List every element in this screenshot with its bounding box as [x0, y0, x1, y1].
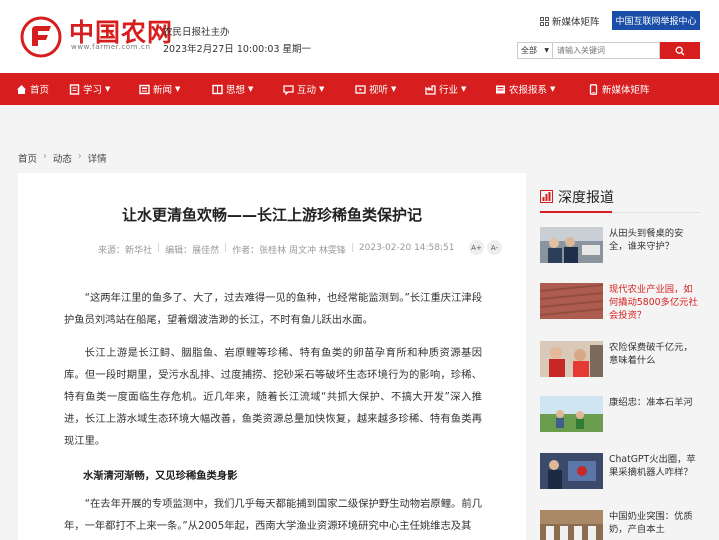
- nav-label: 首页: [30, 85, 50, 96]
- article-editor: 编辑：展佳然: [165, 246, 220, 256]
- nav-label: 思想: [226, 85, 246, 96]
- book-icon: [69, 83, 80, 95]
- nav-item-newspaper-family[interactable]: 农报报系 ▼: [495, 73, 588, 105]
- nav-item-interact[interactable]: 互动 ▼: [283, 73, 355, 105]
- sidebar-header: 深度报道: [540, 187, 700, 213]
- article-paragraph: “在去年开展的专项监测中，我们几乎每天都能捕到国家二级保护野生动物岩原鲤。前几年…: [64, 498, 482, 532]
- caret-down-icon: ▼: [248, 85, 254, 93]
- sidebar-item-title: 农险保费破千亿元，意味着什么: [609, 342, 693, 366]
- grid-icon: [540, 16, 549, 26]
- search-button[interactable]: [660, 42, 700, 59]
- nav-item-news[interactable]: 新闻 ▼: [139, 73, 212, 105]
- breadcrumb-current: 详情: [87, 154, 107, 165]
- search-scope-value: 全部: [521, 46, 537, 55]
- news-thumbnail: [540, 453, 603, 489]
- sidebar-title-underline: [540, 211, 612, 213]
- media-matrix-link[interactable]: 新媒体矩阵: [540, 14, 600, 28]
- main-nav: 首页 学习 ▼ 新闻 ▼ 思想 ▼ 互动 ▼ 视听 ▼ 行业 ▼ 农报报系 ▼ …: [0, 73, 719, 105]
- search-box: 全部 ▼: [517, 42, 700, 59]
- report-center-button[interactable]: 中国互联网举报中心: [612, 11, 700, 30]
- chart-bar-icon: [540, 190, 553, 203]
- logo-icon[interactable]: [20, 16, 62, 58]
- nav-item-thought[interactable]: 思想 ▼: [212, 73, 283, 105]
- article-paragraph: 长江上游是长江鲟、胭脂鱼、岩原鲤等珍稀、特有鱼类的卵苗孕育所和种质资源基因库。但…: [64, 347, 482, 447]
- article-meta: 来源：新华社 | 编辑：展佳然 | 作者：张桂林 周文冲 林雯锋 | 2023-…: [98, 243, 455, 256]
- breadcrumb-section[interactable]: 动态: [53, 151, 72, 165]
- site-header: 中国农网 www.farmer.com.cn 农民日报社主办 2023年2月27…: [0, 0, 719, 73]
- video-icon: [355, 84, 366, 94]
- sidebar-item[interactable]: 从田头到餐桌的安全，谁来守护？: [540, 227, 702, 263]
- article-subheading: 水渐清河渐畅，又见珍稀鱼类身影: [83, 470, 238, 482]
- news-icon: [139, 84, 150, 94]
- sidebar-item[interactable]: 农险保费破千亿元，意味着什么: [540, 341, 702, 377]
- sidebar-item-title: 康绍忠：准本石羊河: [609, 397, 693, 408]
- caret-down-icon: ▼: [175, 85, 181, 93]
- caret-down-icon: ▼: [550, 85, 556, 93]
- news-thumbnail: [540, 283, 603, 319]
- sidebar-item[interactable]: 康绍忠：准本石羊河: [540, 396, 702, 432]
- nav-item-video[interactable]: 视听 ▼: [355, 73, 425, 105]
- sidebar-item[interactable]: 中国奶业突围：优质奶，产自本土: [540, 510, 702, 540]
- nav-item-industry[interactable]: 行业 ▼: [425, 73, 495, 105]
- caret-down-icon: ▼: [319, 85, 325, 93]
- chevron-down-icon: ▼: [544, 47, 549, 54]
- breadcrumb-separator: ›: [77, 151, 82, 162]
- nav-label: 农报报系: [509, 85, 548, 96]
- sponsor-text: 农民日报社主办: [163, 27, 230, 38]
- nav-label: 行业: [439, 85, 459, 96]
- search-icon: [675, 46, 685, 55]
- article-author: 作者：张桂林 周文冲 林雯锋: [232, 246, 346, 256]
- industry-icon: [425, 84, 436, 95]
- nav-label: 互动: [297, 85, 317, 96]
- news-thumbnail: [540, 396, 603, 432]
- nav-item-media-matrix[interactable]: 新媒体矩阵: [588, 73, 678, 105]
- media-matrix-label: 新媒体矩阵: [552, 17, 600, 28]
- sidebar-item-title: 现代农业产业园，如何撬动5800多亿元社会投资？: [609, 284, 698, 321]
- mobile-icon: [589, 83, 598, 95]
- breadcrumb-home[interactable]: 首页: [18, 151, 37, 165]
- sidebar-item[interactable]: ChatGPT火出圈，苹果采摘机器人咋样？: [540, 453, 702, 489]
- nav-label: 视听: [369, 85, 389, 96]
- nav-item-home[interactable]: 首页: [16, 73, 69, 105]
- article-title: 让水更清鱼欢畅——长江上游珍稀鱼类保护记: [121, 206, 422, 224]
- news-thumbnail: [540, 227, 603, 263]
- meta-divider: |: [157, 243, 161, 253]
- newspaper-icon: [496, 85, 505, 93]
- font-larger-button[interactable]: A+: [469, 240, 484, 255]
- breadcrumb-separator: ›: [43, 151, 47, 162]
- breadcrumb: 首页 › 动态 › 详情: [18, 151, 107, 165]
- sidebar-item[interactable]: 现代农业产业园，如何撬动5800多亿元社会投资？: [540, 283, 702, 321]
- nav-label: 新闻: [153, 85, 173, 96]
- datetime-text: 2023年2月27日 10:00:03 星期一: [163, 44, 312, 55]
- home-icon: [17, 84, 26, 94]
- nav-item-study[interactable]: 学习 ▼: [69, 73, 139, 105]
- article-card: 让水更清鱼欢畅——长江上游珍稀鱼类保护记 来源：新华社 | 编辑：展佳然 | 作…: [18, 173, 526, 540]
- search-scope-select[interactable]: 全部 ▼: [517, 42, 553, 59]
- nav-label: 学习: [83, 85, 103, 96]
- sidebar-item-title: ChatGPT火出圈，苹果采摘机器人咋样？: [609, 454, 696, 478]
- news-thumbnail: [540, 341, 603, 377]
- logo-url: www.farmer.com.cn: [71, 43, 151, 51]
- caret-down-icon: ▼: [105, 85, 111, 93]
- font-smaller-button[interactable]: A-: [487, 240, 502, 255]
- search-input[interactable]: [553, 42, 660, 59]
- sidebar-item-title: 中国奶业突围：优质奶，产自本土: [609, 511, 693, 535]
- nav-label: 新媒体矩阵: [602, 85, 650, 96]
- idea-icon: [212, 84, 223, 94]
- news-thumbnail: [540, 510, 603, 540]
- meta-divider: |: [224, 243, 228, 253]
- sidebar-item-title: 从田头到餐桌的安全，谁来守护？: [609, 228, 684, 252]
- sidebar-title: 深度报道: [558, 190, 614, 206]
- caret-down-icon: ▼: [391, 85, 397, 93]
- meta-divider: |: [350, 243, 354, 253]
- chat-icon: [283, 84, 294, 95]
- caret-down-icon: ▼: [461, 85, 467, 93]
- article-paragraph: “这两年江里的鱼多了、大了，过去难得一见的鱼种，也经常能监测到。”长江重庆江津段…: [64, 292, 482, 326]
- article-time: 2023-02-20 14:58:51: [358, 243, 455, 253]
- article-source: 来源：新华社: [98, 246, 153, 256]
